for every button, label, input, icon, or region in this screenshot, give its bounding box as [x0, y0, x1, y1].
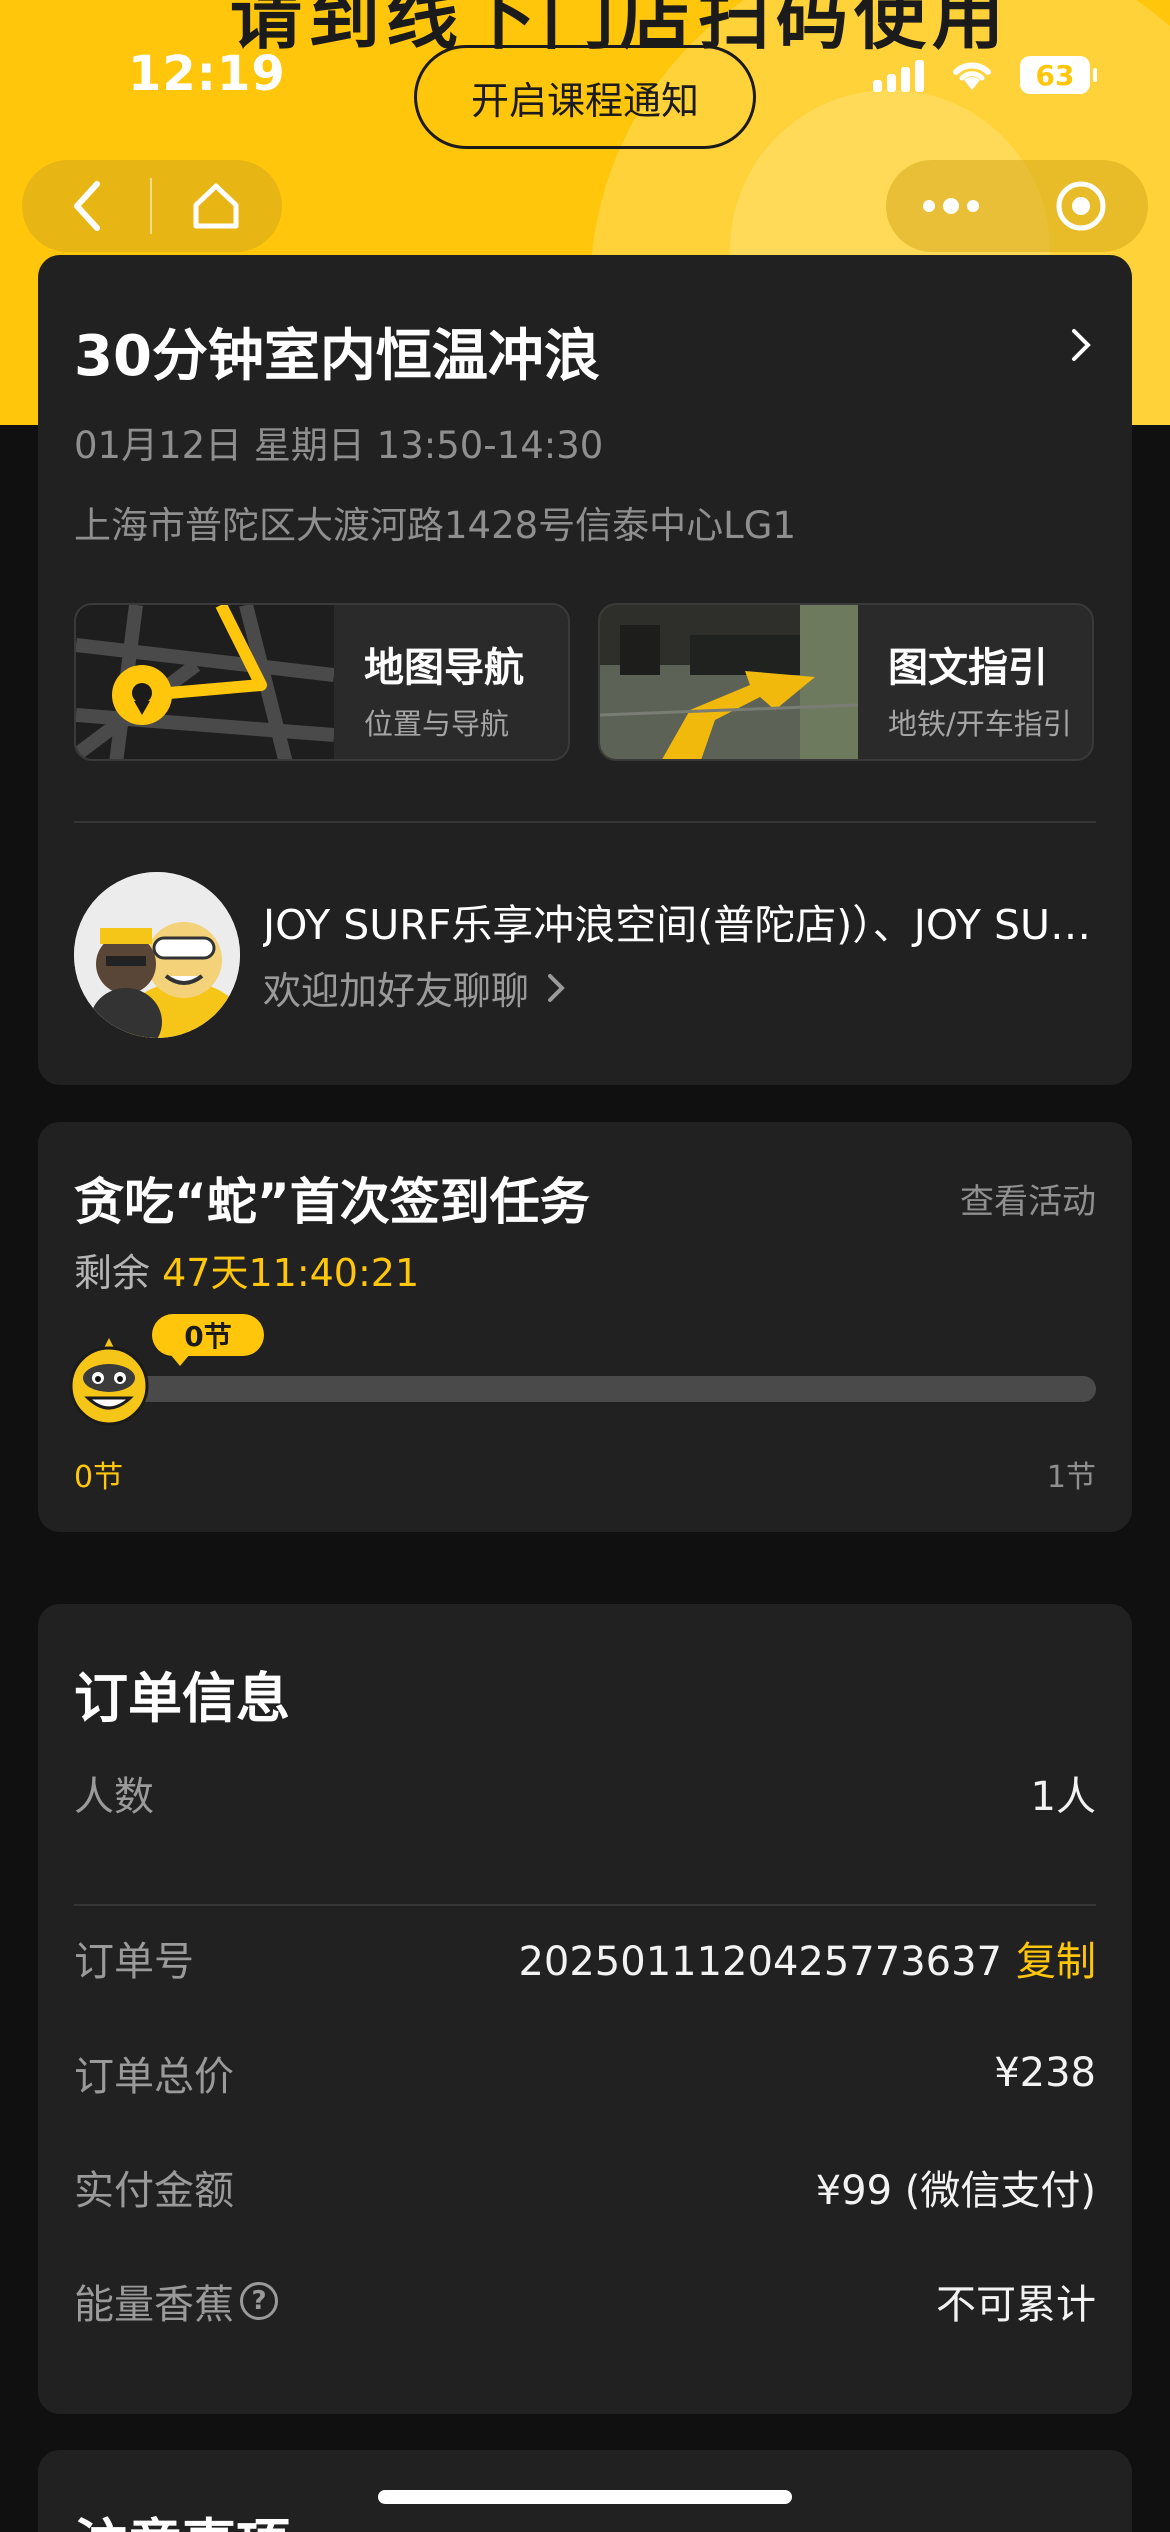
divider: [74, 821, 1096, 823]
help-icon[interactable]: ?: [240, 2282, 278, 2320]
course-title[interactable]: 30分钟室内恒温冲浪: [74, 311, 600, 392]
target-close-icon: [1056, 181, 1106, 231]
order-number-label: 订单号: [74, 1939, 194, 1985]
order-detail-page: 请到线下门店扫码使用 12:19 63 开启课程通知 30分钟室内恒温冲浪 01…: [0, 0, 1170, 2532]
people-value: 1人: [1030, 1774, 1096, 1820]
progress-start-label: 0节: [74, 1460, 124, 1495]
progress-bubble: 0节: [152, 1314, 264, 1366]
order-row-total: 订单总价 ¥238: [74, 2044, 1096, 2102]
people-label: 人数: [74, 1774, 154, 1820]
photo-guide-button[interactable]: 图文指引 地铁/开车指引: [598, 603, 1094, 761]
view-activity-link[interactable]: 查看活动: [960, 1174, 1096, 1223]
home-button[interactable]: [152, 160, 280, 252]
map-nav-subtitle: 位置与导航: [364, 707, 510, 741]
chevron-right-icon: [548, 973, 565, 1002]
energy-banana-label-group: 能量香蕉 ?: [74, 2272, 278, 2330]
progress-end-label: 1节: [1046, 1460, 1096, 1495]
order-row-energy: 能量香蕉 ? 不可累计: [74, 2272, 1096, 2330]
energy-banana-value: 不可累计: [936, 2282, 1096, 2328]
order-row-number: 订单号 2025011120425773637 复制: [74, 1929, 1096, 1987]
store-chat-label: 欢迎加好友聊聊: [263, 969, 530, 1013]
monkey-mascot-icon: [69, 1338, 149, 1426]
back-button[interactable]: [22, 160, 150, 252]
battery-icon: 63: [1020, 56, 1097, 94]
chevron-left-icon: [74, 181, 100, 231]
energy-banana-label: 能量香蕉: [74, 2282, 234, 2328]
more-dots-icon: [923, 198, 979, 214]
order-info-card: 订单信息 人数 1人 订单号 2025011120425773637 复制 订单总…: [38, 1604, 1132, 2414]
total-price-label: 订单总价: [74, 2054, 234, 2100]
notify-course-button[interactable]: 开启课程通知: [414, 45, 756, 149]
map-nav-title: 地图导航: [364, 645, 524, 691]
photo-guide-title: 图文指引: [888, 645, 1048, 691]
nav-capsule-left: [22, 160, 282, 252]
divider: [74, 1904, 1096, 1906]
signal-icon: [873, 58, 924, 92]
venue-card: 30分钟室内恒温冲浪 01月12日 星期日 13:50-14:30 上海市普陀区…: [38, 255, 1132, 1085]
order-number-value: 2025011120425773637: [518, 1939, 1002, 1985]
paid-amount-value: ¥99 (微信支付): [815, 2168, 1096, 2214]
map-thumbnail: [76, 605, 334, 759]
home-icon: [193, 183, 239, 229]
status-time: 12:19: [128, 46, 286, 102]
order-number-group: 2025011120425773637 复制: [518, 1929, 1096, 1987]
course-datetime: 01月12日 星期日 13:50-14:30: [74, 424, 604, 467]
close-miniprogram-button[interactable]: [1016, 160, 1146, 252]
store-avatar[interactable]: [74, 872, 240, 1038]
notes-title: 注意事项: [74, 2500, 290, 2532]
store-name[interactable]: JOY SURF乐享冲浪空间(普陀店)）、JOY SURF乐享冲浪空间: [263, 891, 1103, 951]
more-button[interactable]: [886, 160, 1016, 252]
copy-order-number-button[interactable]: 复制: [1016, 1939, 1096, 1985]
order-info-title: 订单信息: [74, 1667, 290, 1730]
paid-amount-label: 实付金额: [74, 2168, 234, 2214]
wifi-icon: [953, 62, 991, 90]
countdown-value: 47天11:40:21: [162, 1251, 420, 1295]
task-progress-bar: [108, 1376, 1096, 1402]
total-price-value: ¥238: [994, 2050, 1096, 2096]
photo-thumbnail: [600, 605, 858, 759]
map-navigation-button[interactable]: 地图导航 位置与导航: [74, 603, 570, 761]
order-row-people: 人数 1人: [74, 1764, 1096, 1822]
venue-address: 上海市普陀区大渡河路1428号信泰中心LG1: [74, 504, 796, 547]
task-title: 贪吃“蛇”首次签到任务: [74, 1173, 590, 1231]
checkin-task-card: 贪吃“蛇”首次签到任务 查看活动 剩余 47天11:40:21 0节 0节 1节: [38, 1122, 1132, 1532]
nav-capsule-right: [886, 160, 1148, 252]
chevron-right-icon[interactable]: [1070, 327, 1092, 363]
remaining-label: 剩余: [74, 1251, 151, 1295]
order-row-paid: 实付金额 ¥99 (微信支付): [74, 2158, 1096, 2216]
photo-guide-subtitle: 地铁/开车指引: [888, 707, 1072, 741]
store-chat-link[interactable]: 欢迎加好友聊聊: [263, 960, 565, 1015]
task-countdown: 剩余 47天11:40:21: [74, 1242, 419, 1297]
status-icons: 63: [873, 56, 1097, 94]
home-indicator[interactable]: [378, 2490, 792, 2504]
